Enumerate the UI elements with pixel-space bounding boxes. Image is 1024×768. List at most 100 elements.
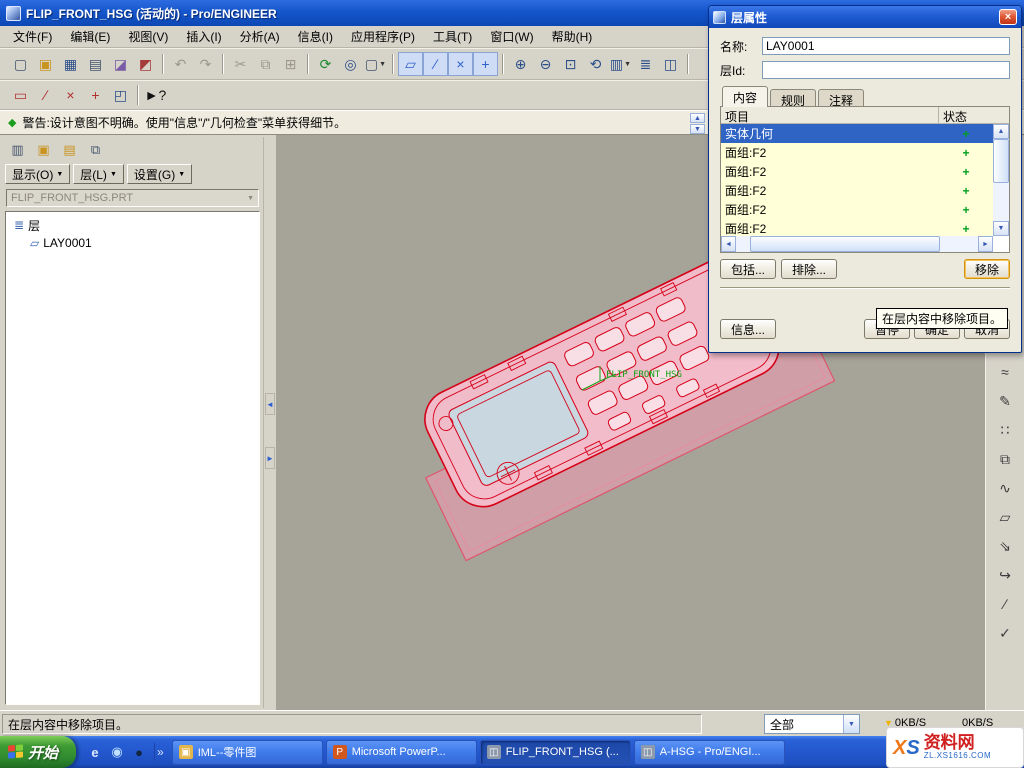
selection-filter-icon[interactable]: ▢▼ xyxy=(363,52,388,76)
undo-icon[interactable]: ↶ xyxy=(168,52,193,76)
menu-edit[interactable]: 编辑(E) xyxy=(61,25,119,48)
start-button[interactable]: 开始 xyxy=(0,736,76,768)
info-button[interactable]: 信息... xyxy=(720,319,776,339)
curve-arrow-icon[interactable]: ↪ xyxy=(993,563,1018,587)
tab-rules[interactable]: 规则 xyxy=(770,89,816,107)
task-iml-drawing[interactable]: ▣ IML--零件图 xyxy=(172,740,323,765)
exclude-button[interactable]: 排除... xyxy=(781,259,837,279)
layer-name-input[interactable] xyxy=(762,37,1010,55)
redo-icon[interactable]: ↷ xyxy=(193,52,218,76)
datum-plane-toggle-icon[interactable]: ▱ xyxy=(398,52,423,76)
vertical-scrollbar[interactable]: ▲ ▼ xyxy=(993,124,1009,236)
copy-icon[interactable]: ⧉ xyxy=(253,52,278,76)
tab-notes[interactable]: 注释 xyxy=(818,89,864,107)
datum-csys-toggle-icon[interactable]: + xyxy=(473,52,498,76)
datum-axis-toggle-icon[interactable]: ∕ xyxy=(423,52,448,76)
open-file-icon[interactable]: ▣ xyxy=(33,52,58,76)
layer-id-input[interactable] xyxy=(762,61,1010,79)
saved-views-icon[interactable]: ▥▼ xyxy=(608,52,633,76)
refit-icon[interactable]: ⊡ xyxy=(558,52,583,76)
menu-insert[interactable]: 插入(I) xyxy=(177,25,230,48)
settings-menu-button[interactable]: 设置(G)▼ xyxy=(127,164,192,184)
layer-item-row[interactable]: 面组:F2 + xyxy=(721,162,993,181)
spline-curve-icon[interactable]: ∿ xyxy=(993,476,1018,500)
horizontal-scrollbar[interactable]: ◄ ► xyxy=(721,236,993,252)
menu-tools[interactable]: 工具(T) xyxy=(424,25,481,48)
remove-button[interactable]: 移除 xyxy=(964,259,1010,279)
menu-applications[interactable]: 应用程序(P) xyxy=(342,25,424,48)
layer-menu-button[interactable]: 层(L)▼ xyxy=(73,164,124,184)
layer-tree-item-lay0001[interactable]: ▱ LAY0001 xyxy=(8,234,257,252)
pencil-edit-icon[interactable]: ✎ xyxy=(993,389,1018,413)
project-arrow-icon[interactable]: ⇘ xyxy=(993,534,1018,558)
menu-file[interactable]: 文件(F) xyxy=(4,25,61,48)
layer-item-row[interactable]: 面组:F2 + xyxy=(721,181,993,200)
sketch-point-icon[interactable]: × xyxy=(58,83,83,107)
layer-display-icon[interactable]: ≣ xyxy=(633,52,658,76)
quick-launch-overflow-icon[interactable]: » xyxy=(157,745,164,759)
include-button[interactable]: 包括... xyxy=(720,259,776,279)
erase-display-icon[interactable]: ◪ xyxy=(108,52,133,76)
zoom-out-icon[interactable]: ⊖ xyxy=(533,52,558,76)
task-powerpoint[interactable]: P Microsoft PowerP... xyxy=(326,740,477,765)
scrollbar-thumb[interactable] xyxy=(993,139,1009,183)
scrollbar-thumb[interactable] xyxy=(750,236,940,252)
regenerate-icon[interactable]: ⟳ xyxy=(313,52,338,76)
sketcher-profile-icon[interactable]: ▭ xyxy=(8,83,33,107)
check-icon[interactable]: ✓ xyxy=(993,621,1018,645)
scroll-left-icon[interactable]: ◄ xyxy=(721,236,736,252)
scroll-right-icon[interactable]: ► xyxy=(978,236,993,252)
cut-icon[interactable]: ✂ xyxy=(228,52,253,76)
filter-combo[interactable]: 全部 ▼ xyxy=(764,714,860,734)
menu-analysis[interactable]: 分析(A) xyxy=(231,25,289,48)
scroll-down-icon[interactable]: ▼ xyxy=(690,124,705,134)
sketch-rect-icon[interactable]: ◰ xyxy=(108,83,133,107)
paste-icon[interactable]: ⊞ xyxy=(278,52,303,76)
ie-icon[interactable]: e xyxy=(86,743,104,761)
menu-view[interactable]: 视图(V) xyxy=(119,25,177,48)
view-manager-icon[interactable]: ◫ xyxy=(658,52,683,76)
menu-info[interactable]: 信息(I) xyxy=(289,25,342,48)
layer-item-row[interactable]: 面组:F2 + xyxy=(721,219,993,236)
layer-item-row[interactable]: 实体几何 + xyxy=(721,124,993,143)
reorient-icon[interactable]: ⟲ xyxy=(583,52,608,76)
sketch-line-icon[interactable]: ∕ xyxy=(33,83,58,107)
datum-point-toggle-icon[interactable]: × xyxy=(448,52,473,76)
qq-icon[interactable]: ● xyxy=(130,743,148,761)
delete-old-versions-icon[interactable]: ◩ xyxy=(133,52,158,76)
print-icon[interactable]: ▤ xyxy=(83,52,108,76)
layer-item-row[interactable]: 面组:F2 + xyxy=(721,200,993,219)
tab-content[interactable]: 内容 xyxy=(722,86,768,107)
menu-help[interactable]: 帮助(H) xyxy=(543,25,602,48)
sketch-csys-icon[interactable]: + xyxy=(83,83,108,107)
expand-panel-icon[interactable]: ► xyxy=(265,447,275,469)
axis-line-icon[interactable]: ∕ xyxy=(993,592,1018,616)
layer-item-row[interactable]: 面组:F2 + xyxy=(721,143,993,162)
grid-pattern-icon[interactable]: ∷ xyxy=(993,418,1018,442)
scroll-down-icon[interactable]: ▼ xyxy=(993,221,1009,236)
model-tree-columns-icon[interactable]: ▥ xyxy=(6,140,29,161)
active-model-combo[interactable]: FLIP_FRONT_HSG.PRT ▼ xyxy=(6,189,259,207)
scroll-up-icon[interactable]: ▲ xyxy=(993,124,1009,139)
chevron-down-icon[interactable]: ▼ xyxy=(843,715,859,733)
menu-window[interactable]: 窗口(W) xyxy=(481,25,542,48)
style-wave-icon[interactable]: ≈ xyxy=(993,360,1018,384)
show-menu-button[interactable]: 显示(O)▼ xyxy=(5,164,70,184)
context-help-icon[interactable]: ►? xyxy=(143,83,168,107)
datum-plane-tool-icon[interactable]: ▱ xyxy=(993,505,1018,529)
dialog-titlebar[interactable]: 层属性 × xyxy=(709,6,1021,28)
panel-splitter[interactable]: ◄ ► xyxy=(264,135,276,710)
save-icon[interactable]: ▦ xyxy=(58,52,83,76)
close-icon[interactable]: × xyxy=(999,9,1017,25)
find-icon[interactable]: ◎ xyxy=(338,52,363,76)
task-a-hsg[interactable]: ◫ A-HSG - Pro/ENGI... xyxy=(634,740,785,765)
task-flip-front-hsg[interactable]: ◫ FLIP_FRONT_HSG (... xyxy=(480,740,631,765)
layer-tree-root[interactable]: ≣ 层 xyxy=(8,216,257,234)
layer-stack-icon[interactable]: ⧉ xyxy=(993,447,1018,471)
show-folder-icon[interactable]: ▣ xyxy=(32,140,55,161)
new-file-icon[interactable]: ▢ xyxy=(8,52,33,76)
zoom-in-icon[interactable]: ⊕ xyxy=(508,52,533,76)
window-panes-icon[interactable]: ⧉ xyxy=(84,140,107,161)
scroll-up-icon[interactable]: ▲ xyxy=(690,113,705,123)
messenger-icon[interactable]: ◉ xyxy=(108,743,126,761)
